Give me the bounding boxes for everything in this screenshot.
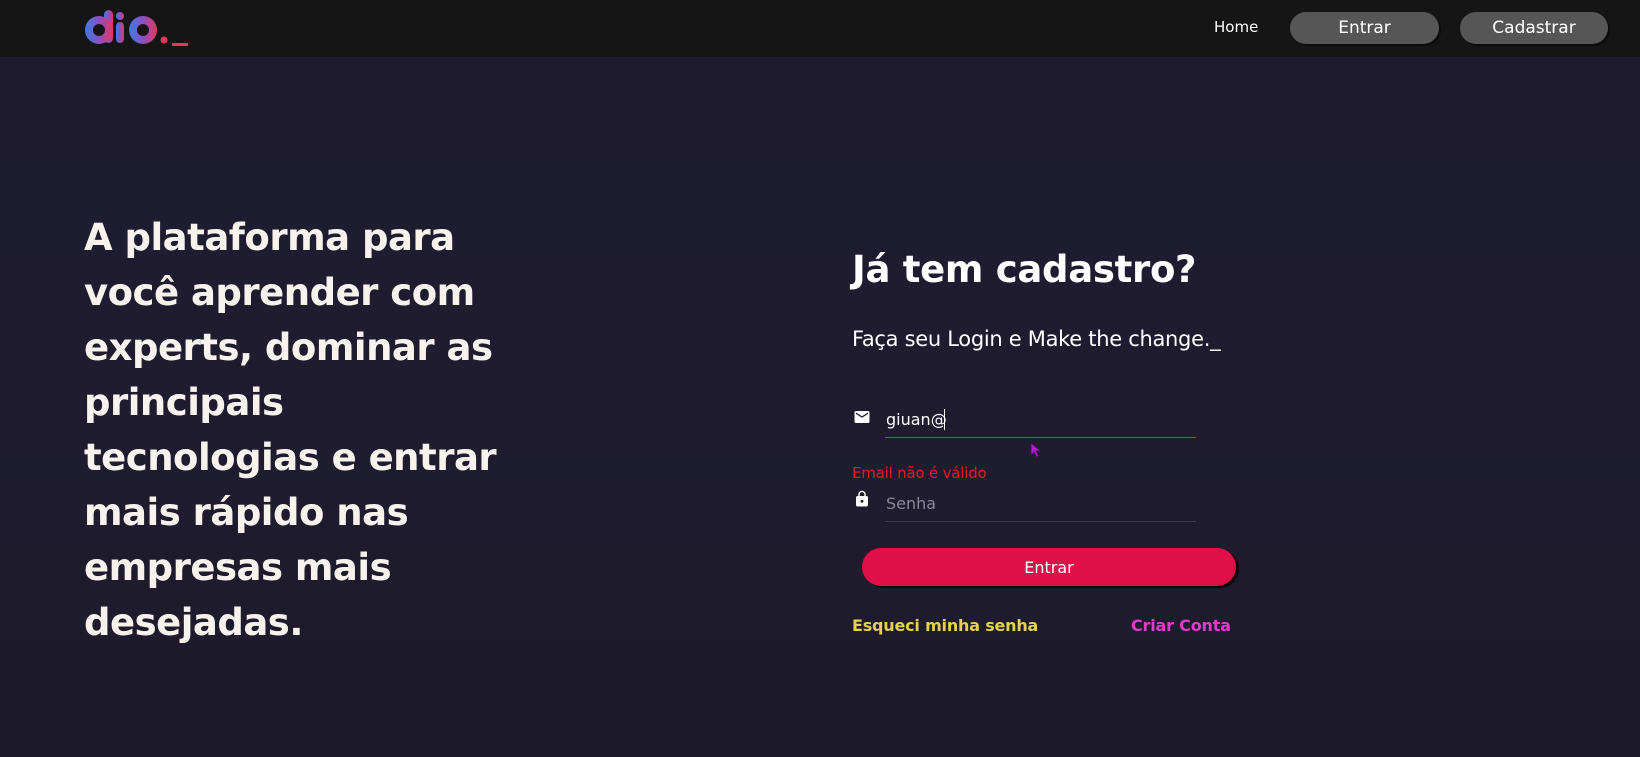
nav-home-link[interactable]: Home [1214,18,1258,36]
email-error-message: Email não é válido [852,464,987,482]
password-input[interactable] [885,489,1196,517]
mouse-pointer-icon [1030,442,1042,458]
login-title: Já tem cadastro? [852,248,1197,291]
nav-login-button[interactable]: Entrar [1290,12,1439,44]
login-subtitle: Faça seu Login e Make the change._ [852,327,1221,351]
email-underline [885,437,1196,438]
nav-signup-button[interactable]: Cadastrar [1460,12,1608,44]
create-account-link[interactable]: Criar Conta [1131,616,1231,635]
password-underline [885,521,1196,522]
email-input[interactable] [885,405,1196,433]
hero-headline: A plataforma para você aprender com expe… [84,216,497,644]
text-caret [944,409,945,430]
login-submit-button[interactable]: Entrar [862,548,1236,586]
top-navbar: Home Entrar Cadastrar [0,0,1640,57]
mail-icon [854,411,870,423]
forgot-password-link[interactable]: Esqueci minha senha [852,616,1038,635]
dio-logo[interactable] [84,10,199,50]
lock-icon [856,490,868,507]
